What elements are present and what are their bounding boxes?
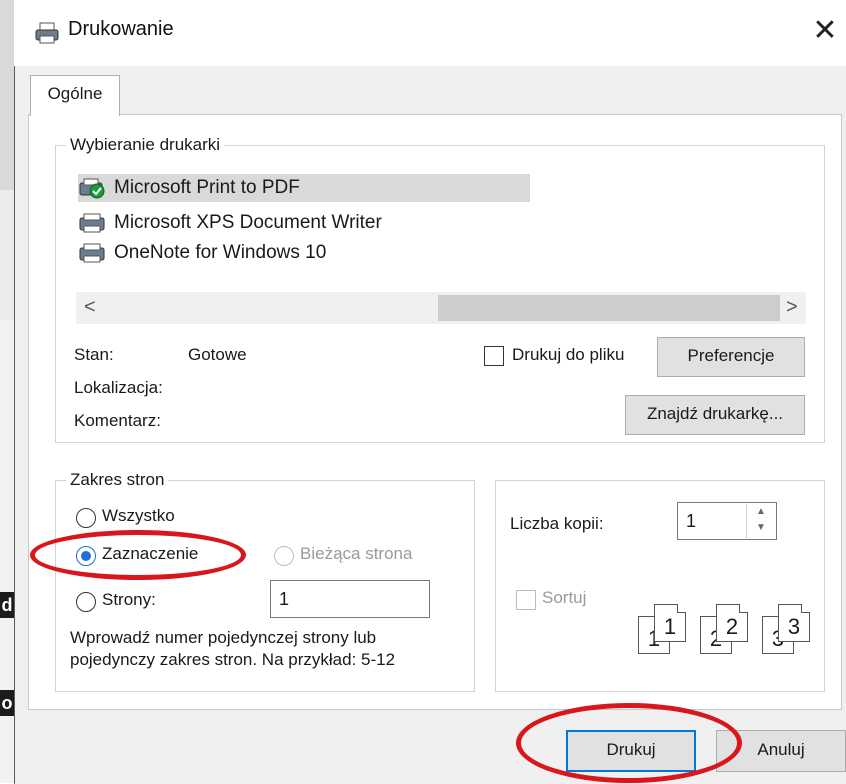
printer-name: OneNote for Windows 10: [114, 242, 327, 263]
printer-item-xps-writer[interactable]: Microsoft XPS Document Writer: [78, 210, 382, 236]
location-label: Lokalizacja:: [74, 378, 163, 397]
page-range-hint: pojedynczy zakres stron. Na przykład: 5-…: [70, 650, 396, 669]
radio-all-label[interactable]: Wszystko: [102, 506, 175, 526]
print-to-file-label[interactable]: Drukuj do pliku: [512, 345, 624, 365]
status-value: Gotowe: [188, 345, 247, 364]
radio-current-page[interactable]: [274, 546, 294, 566]
highlight-ellipse: [30, 530, 246, 580]
copies-spinner[interactable]: ▲ ▼: [746, 504, 775, 538]
page-range-title: Zakres stron: [66, 470, 169, 490]
printer-name: Microsoft Print to PDF: [114, 177, 300, 198]
print-to-file-checkbox[interactable]: [484, 346, 504, 366]
printer-default-icon: [79, 178, 105, 199]
scrollbar-thumb[interactable]: [438, 295, 780, 321]
printer-icon: [79, 213, 105, 233]
close-button[interactable]: ✕: [808, 14, 842, 48]
printer-item-onenote[interactable]: OneNote for Windows 10: [78, 240, 326, 266]
radio-pages[interactable]: [76, 592, 96, 612]
background-window-strip: [0, 0, 14, 190]
scroll-right-icon[interactable]: >: [786, 296, 798, 319]
find-printer-button[interactable]: Znajdź drukarkę...: [625, 395, 805, 435]
printer-name: Microsoft XPS Document Writer: [114, 212, 382, 233]
collate-preview-icon: 1 1 2 2 3 3: [624, 598, 814, 658]
printer-selection-title: Wybieranie drukarki: [66, 135, 225, 155]
scroll-left-icon[interactable]: <: [84, 296, 96, 319]
window-title: Drukowanie: [68, 18, 174, 40]
printer-item-print-to-pdf[interactable]: Microsoft Print to PDF: [78, 175, 300, 201]
background-text-fragment: o: [0, 690, 14, 716]
radio-current-page-label[interactable]: Bieżąca strona: [300, 544, 412, 564]
highlight-ellipse: [516, 703, 742, 783]
collate-label[interactable]: Sortuj: [542, 588, 586, 608]
status-label: Stan:: [74, 345, 114, 364]
preferences-button[interactable]: Preferencje: [657, 337, 805, 377]
pages-input[interactable]: 1: [270, 580, 430, 618]
comment-label: Komentarz:: [74, 411, 161, 430]
background-window-strip: [0, 190, 14, 320]
printer-icon: [35, 22, 59, 44]
collate-checkbox[interactable]: [516, 590, 536, 610]
page-range-hint: Wprowadź numer pojedynczej strony lub: [70, 628, 377, 647]
background-text-fragment: d: [0, 592, 14, 618]
radio-all[interactable]: [76, 508, 96, 528]
copies-label: Liczba kopii:: [510, 514, 604, 533]
printer-icon: [79, 243, 105, 263]
radio-pages-label[interactable]: Strony:: [102, 590, 156, 610]
tab-general[interactable]: Ogólne: [30, 75, 120, 116]
